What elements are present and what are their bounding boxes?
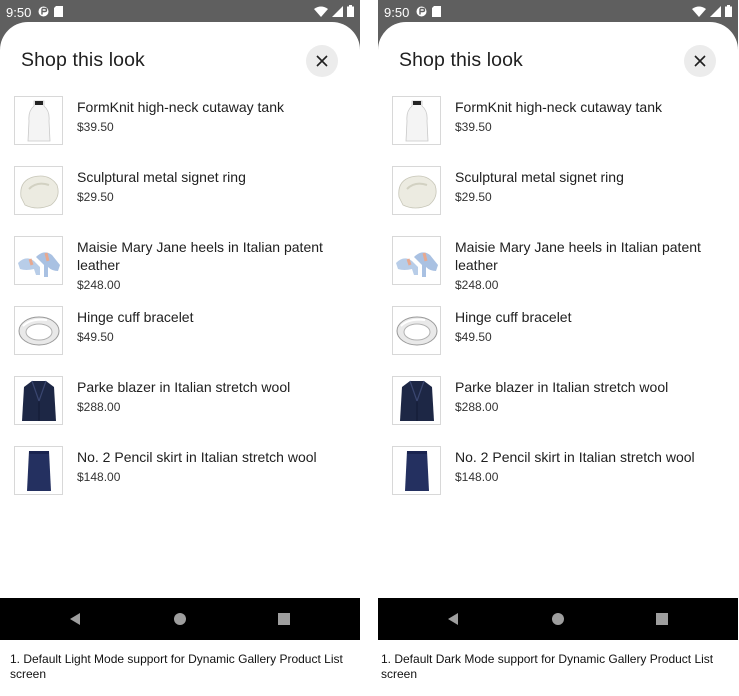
notification-icon xyxy=(38,5,49,20)
product-item[interactable]: Maisie Mary Jane heels in Italian patent… xyxy=(378,236,738,296)
close-icon xyxy=(694,55,706,67)
product-thumbnail-blazer xyxy=(392,376,441,425)
back-button[interactable] xyxy=(55,598,95,640)
product-price: $39.50 xyxy=(77,120,114,134)
wifi-icon xyxy=(692,5,706,20)
product-name: FormKnit high-neck cutaway tank xyxy=(77,99,284,115)
product-thumbnail-tank xyxy=(392,96,441,145)
product-item[interactable]: No. 2 Pencil skirt in Italian stretch wo… xyxy=(0,446,360,506)
sheet-title: Shop this look xyxy=(21,49,145,71)
product-price: $29.50 xyxy=(77,190,114,204)
product-price: $248.00 xyxy=(455,278,499,292)
status-bar: 9:50 xyxy=(0,0,360,24)
back-icon xyxy=(70,613,80,625)
sheet-title: Shop this look xyxy=(399,49,523,71)
recents-icon xyxy=(278,613,290,625)
product-name: Sculptural metal signet ring xyxy=(77,169,246,185)
product-thumbnail-bracelet xyxy=(392,306,441,355)
back-button[interactable] xyxy=(433,598,473,640)
product-item[interactable]: Maisie Mary Jane heels in Italian patent… xyxy=(0,236,360,296)
status-bar: 9:50 xyxy=(378,0,738,24)
product-name: Parke blazer in Italian stretch wool xyxy=(77,379,291,395)
product-name: No. 2 Pencil skirt in Italian stretch wo… xyxy=(77,449,317,465)
screenshot-comparison: 9:50 Shop this look FormKnit high-neck c… xyxy=(0,0,739,696)
battery-icon xyxy=(347,4,354,20)
caption-dark-mode: 1. Default Dark Mode support for Dynamic… xyxy=(381,652,714,681)
product-thumbnail-heels xyxy=(392,236,441,285)
product-item[interactable]: Parke blazer in Italian stretch wool $28… xyxy=(378,376,738,436)
product-price: $49.50 xyxy=(77,330,114,344)
product-thumbnail-blazer xyxy=(14,376,63,425)
phone-dark-mode: 9:50 Shop this look FormKnit high-neck c… xyxy=(378,0,738,640)
product-item[interactable]: FormKnit high-neck cutaway tank $39.50 xyxy=(378,96,738,156)
product-name: Maisie Mary Jane heels in Italian patent… xyxy=(77,239,323,273)
caption-light-mode: 1. Default Light Mode support for Dynami… xyxy=(10,652,343,681)
home-icon xyxy=(174,613,186,625)
product-item[interactable]: Parke blazer in Italian stretch wool $28… xyxy=(0,376,360,436)
product-name: No. 2 Pencil skirt in Italian stretch wo… xyxy=(455,449,695,465)
product-price: $288.00 xyxy=(455,400,499,414)
product-item[interactable]: Hinge cuff bracelet $49.50 xyxy=(378,306,738,366)
battery-icon xyxy=(725,4,732,20)
sd-card-icon xyxy=(54,5,64,20)
product-price: $148.00 xyxy=(455,470,499,484)
close-button[interactable] xyxy=(306,45,338,77)
product-thumbnail-ring xyxy=(14,166,63,215)
product-name: Maisie Mary Jane heels in Italian patent… xyxy=(455,239,701,273)
home-button[interactable] xyxy=(538,598,578,640)
product-thumbnail-ring xyxy=(392,166,441,215)
bottom-sheet: Shop this look FormKnit high-neck cutawa… xyxy=(0,22,360,598)
bottom-sheet: Shop this look FormKnit high-neck cutawa… xyxy=(378,22,738,598)
product-name: Hinge cuff bracelet xyxy=(455,309,572,325)
notification-icon xyxy=(416,5,427,20)
product-item[interactable]: No. 2 Pencil skirt in Italian stretch wo… xyxy=(378,446,738,506)
product-item[interactable]: Hinge cuff bracelet $49.50 xyxy=(0,306,360,366)
product-thumbnail-skirt xyxy=(392,446,441,495)
sd-card-icon xyxy=(432,5,442,20)
product-price: $29.50 xyxy=(455,190,492,204)
home-icon xyxy=(552,613,564,625)
product-name: Hinge cuff bracelet xyxy=(77,309,194,325)
product-name: Sculptural metal signet ring xyxy=(455,169,624,185)
product-item[interactable]: Sculptural metal signet ring $29.50 xyxy=(0,166,360,226)
product-item[interactable]: FormKnit high-neck cutaway tank $39.50 xyxy=(0,96,360,156)
signal-icon xyxy=(332,5,343,20)
home-button[interactable] xyxy=(160,598,200,640)
product-item[interactable]: Sculptural metal signet ring $29.50 xyxy=(378,166,738,226)
close-icon xyxy=(316,55,328,67)
wifi-icon xyxy=(314,5,328,20)
product-price: $148.00 xyxy=(77,470,121,484)
navigation-bar xyxy=(0,598,360,640)
phone-light-mode: 9:50 Shop this look FormKnit high-neck c… xyxy=(0,0,360,640)
status-time: 9:50 xyxy=(384,4,410,20)
product-price: $39.50 xyxy=(455,120,492,134)
product-price: $49.50 xyxy=(455,330,492,344)
signal-icon xyxy=(710,5,721,20)
product-price: $288.00 xyxy=(77,400,121,414)
status-time: 9:50 xyxy=(6,4,32,20)
close-button[interactable] xyxy=(684,45,716,77)
recents-button[interactable] xyxy=(264,598,304,640)
back-icon xyxy=(448,613,458,625)
product-thumbnail-tank xyxy=(14,96,63,145)
navigation-bar xyxy=(378,598,738,640)
product-price: $248.00 xyxy=(77,278,121,292)
product-thumbnail-skirt xyxy=(14,446,63,495)
product-name: FormKnit high-neck cutaway tank xyxy=(455,99,662,115)
product-name: Parke blazer in Italian stretch wool xyxy=(455,379,669,395)
product-thumbnail-bracelet xyxy=(14,306,63,355)
recents-icon xyxy=(656,613,668,625)
product-thumbnail-heels xyxy=(14,236,63,285)
recents-button[interactable] xyxy=(642,598,682,640)
